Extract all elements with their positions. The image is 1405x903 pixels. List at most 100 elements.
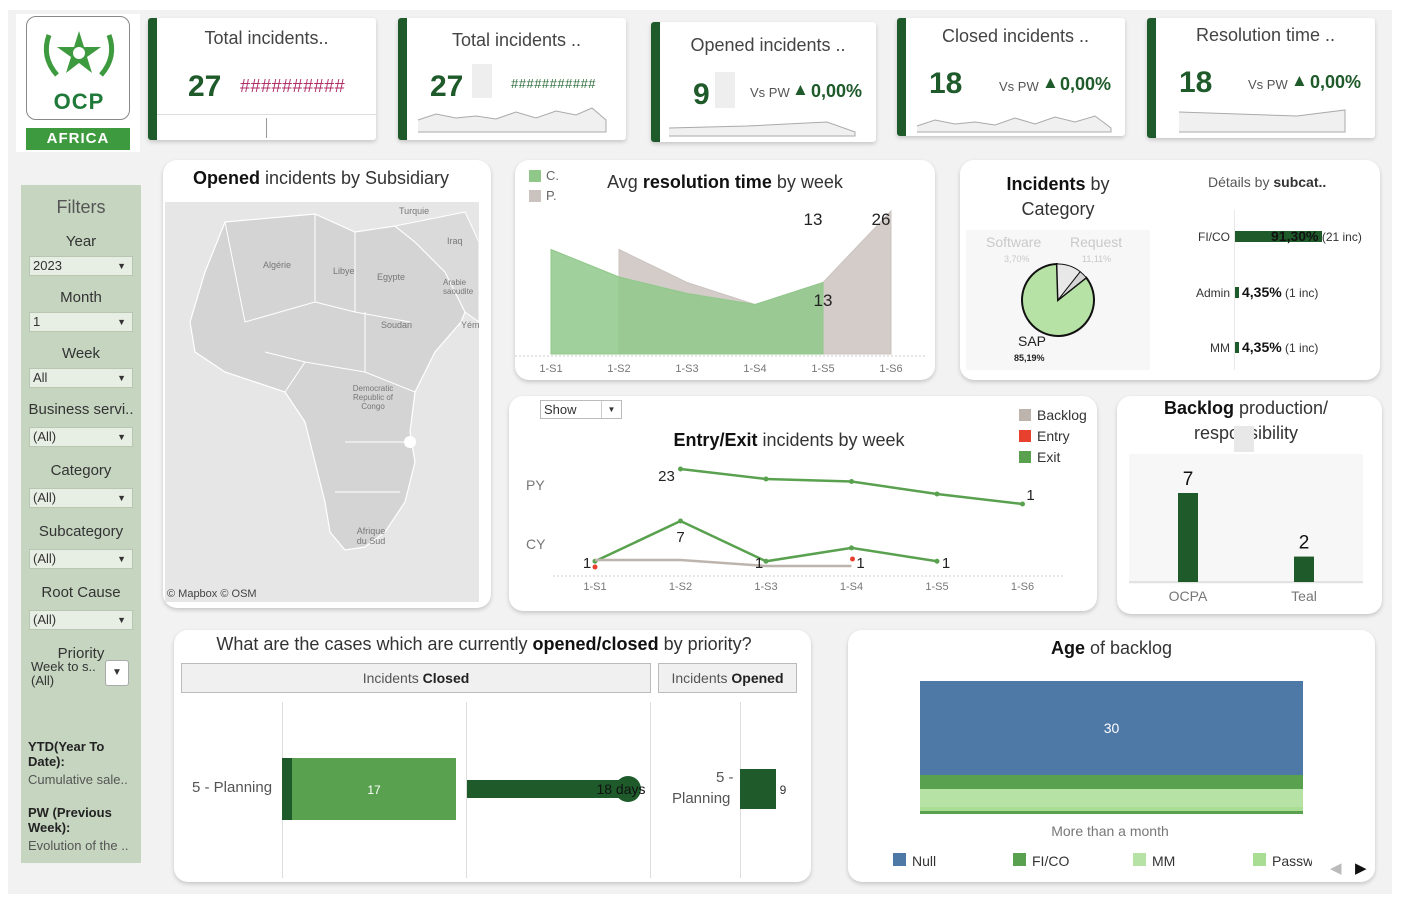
map-label: Yém <box>461 320 480 330</box>
backlog-card: Backlog production/responsibility 7OCPA2… <box>1117 396 1382 614</box>
priority-card: What are the cases which are currently o… <box>174 630 811 882</box>
data-label: 23 <box>658 468 675 485</box>
kpi-sparkline <box>668 121 856 137</box>
slice-pct-sap: 85,19% <box>1014 353 1045 363</box>
backlog-chart: 7 OCPA 2 Teal <box>1129 469 1363 604</box>
kpi-total-incidents-2: Total incidents .. 27 ########### <box>398 18 626 140</box>
map-credit: © Mapbox © OSM <box>167 588 257 600</box>
entry-exit-card: Show ▼ Entry/Exit incidents by week Back… <box>509 396 1097 611</box>
bar-value-label: 7 <box>1183 469 1194 490</box>
up-arrow-icon: ▲ <box>1042 73 1059 92</box>
x-tick-label: 1-S6 <box>879 363 902 375</box>
subcategory-row[interactable]: Admin 4,35% (1 inc) <box>1160 284 1378 302</box>
cy-point <box>678 518 683 524</box>
map-label: Soudan <box>381 320 413 330</box>
entry-exit-chart: 1-S1 1-S2 1-S3 1-S4 1-S5 1-S6 23 1 1 7 1 1 1 <box>553 466 1065 593</box>
subcategory-value: 91,30% (21 inc) <box>1271 228 1362 244</box>
filter-category-select[interactable]: (All) ▼ <box>29 488 133 508</box>
avg-resolution-chart: 1-S1 1-S2 1-S3 1-S4 1-S5 1-S6 13 26 13 <box>515 209 927 375</box>
map-area[interactable]: Turquie Iraq Algérie Libye Egypte Arabie… <box>165 202 480 602</box>
map-label: Turquie <box>399 206 430 216</box>
map-label: Egypte <box>377 272 406 282</box>
subcategory-row[interactable]: FI/CO 91,30% (21 inc) <box>1160 228 1378 246</box>
age-backlog-chart: 30 <box>920 681 1303 814</box>
kpi-vs: Vs PW <box>750 85 790 100</box>
chevron-down-icon: ▼ <box>117 317 126 327</box>
up-arrow-icon: ▲ <box>792 80 809 99</box>
kpi-sparkline <box>417 107 607 133</box>
stack-mm <box>920 789 1303 807</box>
data-label: 1 <box>942 555 950 572</box>
kpi-closed-incidents: Closed incidents .. 18 Vs PW ▲ 0,00% <box>897 18 1125 136</box>
age-category-label: More than a month <box>1051 823 1169 839</box>
opened-bar-label: 9 <box>780 783 787 797</box>
stack-edge <box>920 811 1303 814</box>
x-tick-label: 1-S5 <box>925 581 948 593</box>
map-label: Libye <box>333 266 355 276</box>
age-backlog-card: Age of backlog 30 More than a month Null… <box>848 630 1375 882</box>
note-pw-title: PW (Previous Week): <box>28 805 112 835</box>
filter-value: 1 <box>33 314 41 329</box>
filter-label-year: Year <box>65 233 97 250</box>
up-arrow-icon: ▲ <box>1291 71 1308 90</box>
data-label: 13 <box>814 291 833 310</box>
ocp-emblem-icon <box>43 31 115 77</box>
filter-value: All <box>33 370 48 385</box>
kpi-pct: 0,00% <box>1060 74 1112 94</box>
details-title: Détails by subcat.. <box>1208 174 1327 190</box>
filter-root-cause-select[interactable]: (All) ▼ <box>29 610 133 630</box>
kpi-title: Total incidents.. <box>204 28 329 48</box>
priority-chart: 17 18 days 9 <box>282 758 787 820</box>
category-pie[interactable] <box>1018 260 1098 340</box>
filter-priority-value: (All) <box>31 673 55 688</box>
map-label: Iraq <box>447 236 463 246</box>
filter-year-select[interactable]: 2023 ▼ <box>29 256 133 276</box>
x-tick-label: 1-S5 <box>811 363 834 375</box>
legend-prev-icon[interactable]: ◀ <box>1330 859 1342 877</box>
slice-label-request: Request <box>1070 234 1123 250</box>
filter-month-select[interactable]: 1 ▼ <box>29 312 133 332</box>
note-ytd-title: YTD(Year To Date): <box>28 739 105 769</box>
subcategory-name: FI/CO <box>1198 230 1230 244</box>
subcategory-row[interactable]: MM 4,35% (1 inc) <box>1160 339 1378 357</box>
filter-business-service-select[interactable]: (All) ▼ <box>29 427 133 447</box>
filter-priority-select[interactable]: ▼ <box>105 660 129 686</box>
logo-sub: AFRICA <box>26 128 130 150</box>
cy-point <box>763 558 769 564</box>
bar-category-label: OCPA <box>1169 588 1208 604</box>
cy-exit-line <box>594 519 938 563</box>
kpi-pct: 0,00% <box>1310 72 1362 92</box>
kpi-title: Total incidents .. <box>451 30 582 50</box>
filter-subcategory-select[interactable]: (All) ▼ <box>29 549 133 569</box>
data-label: 1 <box>755 555 763 572</box>
kpi-hash: ########### <box>511 76 597 91</box>
py-exit-line <box>680 467 1023 506</box>
cy-backlog-line <box>595 558 852 568</box>
py-point <box>849 479 854 484</box>
filter-week-select[interactable]: All ▼ <box>29 368 133 388</box>
kpi-total-incidents-1: Total incidents.. 27 ########## <box>148 18 376 140</box>
kpi-vs: Vs PW <box>999 79 1039 94</box>
map-label: Algérie <box>263 260 292 270</box>
legend-next-icon[interactable]: ▶ <box>1355 859 1367 877</box>
subcategory-bar <box>1235 342 1240 353</box>
subcategory-bar <box>1235 287 1240 298</box>
py-point <box>934 491 940 497</box>
chevron-down-icon: ▼ <box>117 615 126 625</box>
closed-bar-label: 17 <box>367 783 381 797</box>
x-tick-label: 1-S1 <box>539 363 562 375</box>
chevron-down-icon: ▼ <box>117 432 126 442</box>
kpi-opened-incidents: Opened incidents .. 9 Vs PW ▲ 0,00% <box>651 22 876 142</box>
map-label: Afrique du Sud <box>356 526 386 546</box>
chevron-down-icon: ▼ <box>117 554 126 564</box>
bar-value-label: 2 <box>1299 533 1310 554</box>
map-card: Opened incidents by Subsidiary Turquie I… <box>163 160 491 608</box>
chevron-down-icon: ▼ <box>117 261 126 271</box>
subcategory-value: 4,35% (1 inc) <box>1242 339 1319 355</box>
filters-title: Filters <box>56 197 106 217</box>
week-to-s-label: Week to s.. <box>31 659 96 674</box>
note-ytd-text: Cumulative sale.. <box>28 772 128 787</box>
closed-bar-cap <box>282 758 292 820</box>
entry-point <box>850 556 855 562</box>
logo: OCP AFRICA <box>16 14 140 152</box>
